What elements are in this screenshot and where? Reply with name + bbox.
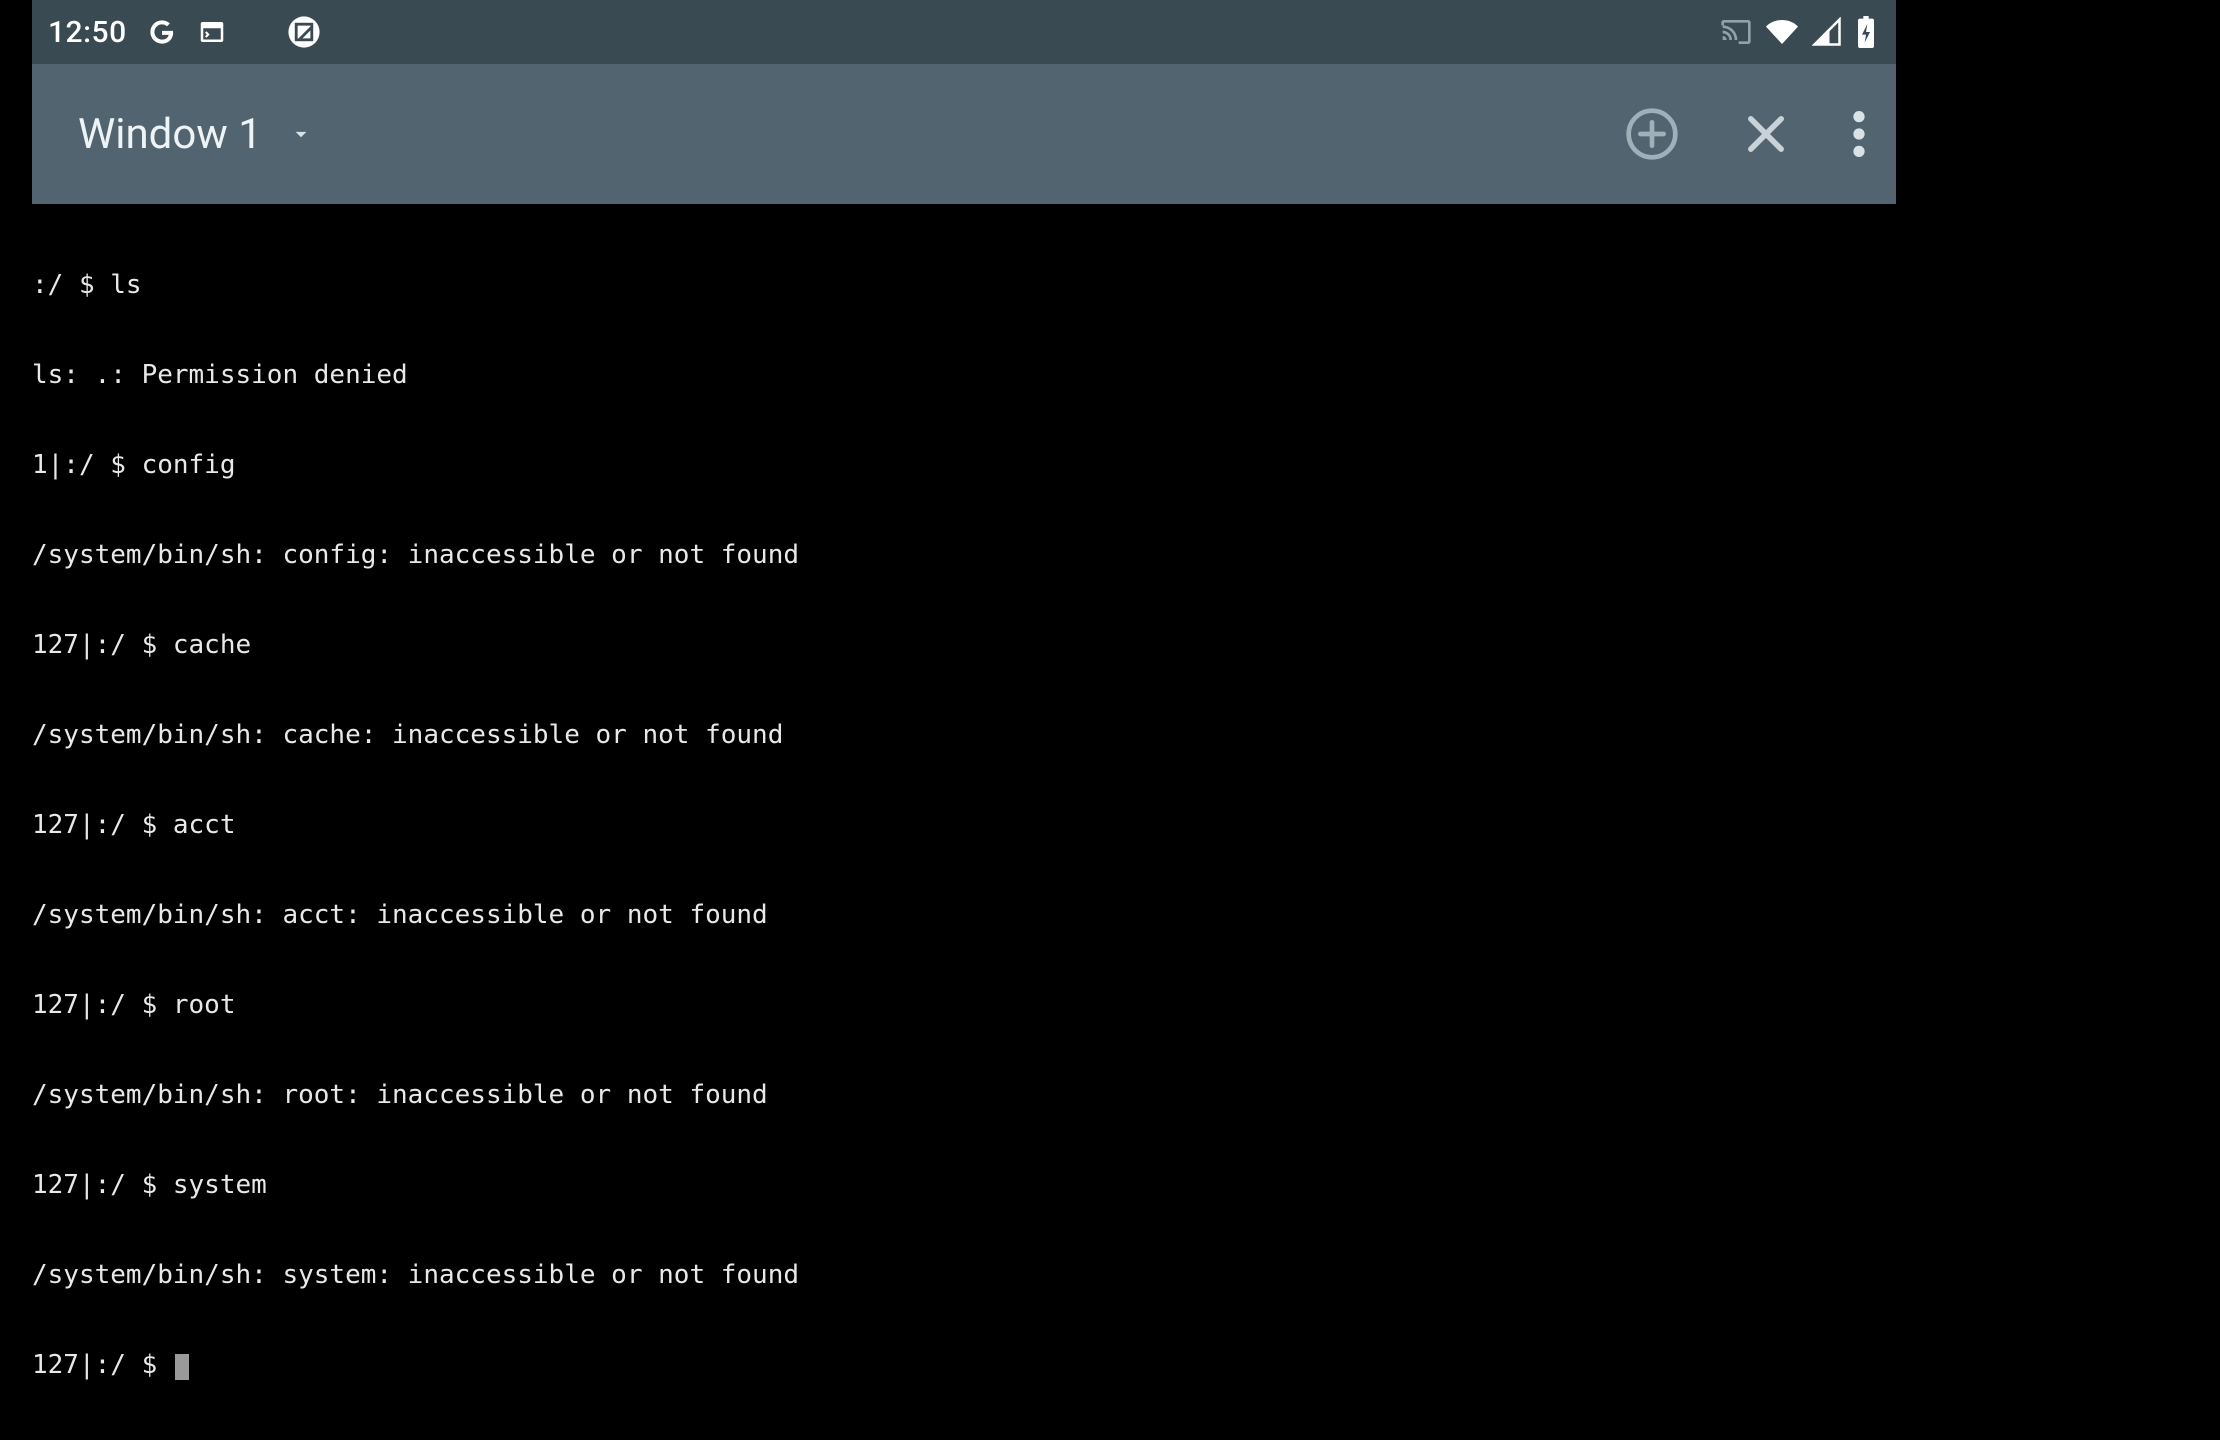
terminal-line: :/ $ ls <box>32 270 1896 300</box>
window-title: Window 1 <box>78 110 262 159</box>
terminal-line: 127|:/ $ acct <box>32 810 1896 840</box>
status-bar-left: 12:50 <box>48 15 321 50</box>
terminal-line: 127|:/ $ root <box>32 990 1896 1020</box>
battery-charging-icon <box>1856 16 1876 48</box>
status-bar: 12:50 <box>32 0 1896 64</box>
wifi-icon <box>1766 16 1798 48</box>
terminal-output[interactable]: :/ $ ls ls: .: Permission denied 1|:/ $ … <box>32 204 1896 1440</box>
chevron-down-icon <box>288 121 314 147</box>
terminal-line: /system/bin/sh: root: inaccessible or no… <box>32 1080 1896 1110</box>
terminal-line: 127|:/ $ cache <box>32 630 1896 660</box>
terminal-prompt-line: 127|:/ $ <box>32 1350 1896 1380</box>
terminal-line: /system/bin/sh: acct: inaccessible or no… <box>32 900 1896 930</box>
terminal-prompt: 127|:/ $ <box>32 1350 173 1380</box>
overflow-menu-button[interactable] <box>1852 108 1866 160</box>
screenshot-icon <box>287 15 321 49</box>
terminal-line: 1|:/ $ config <box>32 450 1896 480</box>
google-icon <box>147 17 177 47</box>
terminal-line: /system/bin/sh: system: inaccessible or … <box>32 1260 1896 1290</box>
terminal-line: ls: .: Permission denied <box>32 360 1896 390</box>
terminal-line: /system/bin/sh: cache: inaccessible or n… <box>32 720 1896 750</box>
status-bar-right <box>1720 16 1876 48</box>
status-time: 12:50 <box>48 15 127 50</box>
terminal-cursor <box>175 1354 189 1380</box>
device-screen: 12:50 <box>32 0 1896 1010</box>
app-toolbar: Window 1 <box>32 64 1896 204</box>
terminal-line: 127|:/ $ system <box>32 1170 1896 1200</box>
window-selector[interactable]: Window 1 <box>78 110 314 159</box>
close-window-button[interactable] <box>1740 108 1792 160</box>
cast-icon <box>1720 16 1752 48</box>
terminal-notification-icon <box>197 17 227 47</box>
cellular-signal-icon <box>1812 17 1842 47</box>
toolbar-actions <box>1624 106 1866 162</box>
add-window-button[interactable] <box>1624 106 1680 162</box>
terminal-line: /system/bin/sh: config: inaccessible or … <box>32 540 1896 570</box>
